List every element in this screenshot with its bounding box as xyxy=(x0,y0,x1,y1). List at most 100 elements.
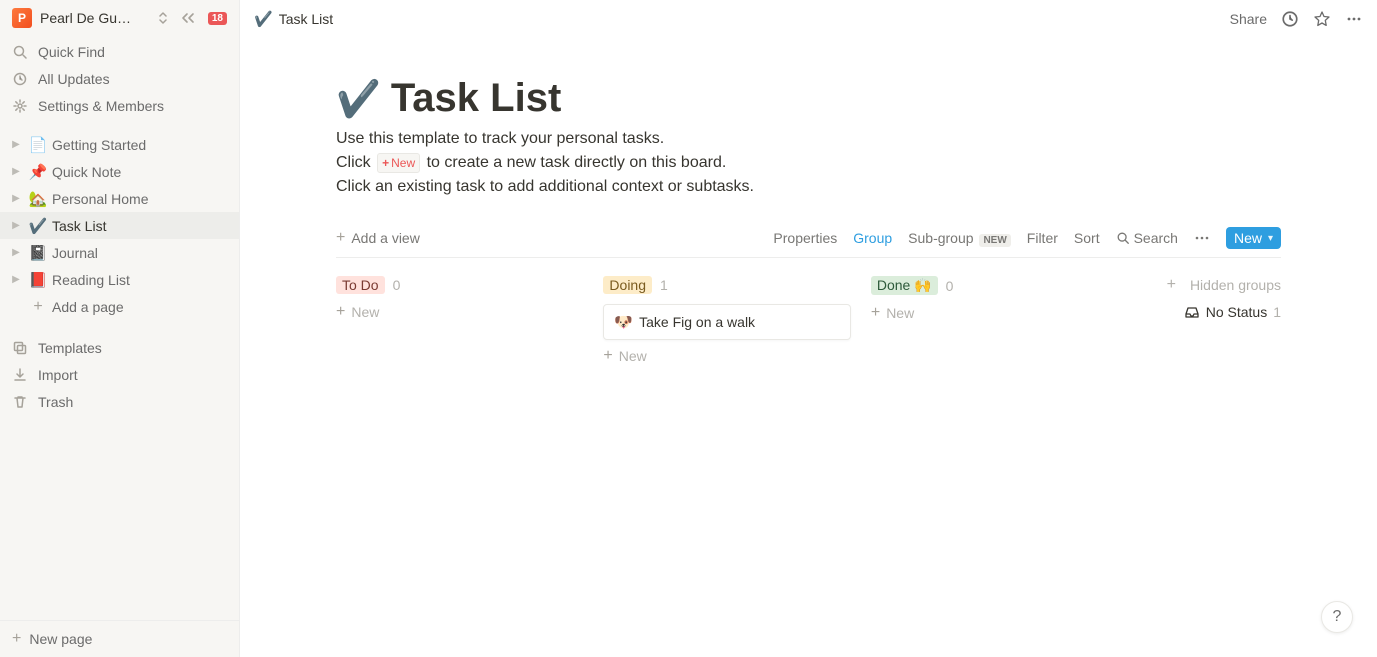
sort-button[interactable]: Sort xyxy=(1074,230,1100,246)
no-status-group[interactable]: No Status 1 xyxy=(1138,304,1281,320)
disclosure-icon[interactable]: ▶ xyxy=(8,247,24,258)
board-hidden-groups: + Hidden groups No Status 1 xyxy=(1138,276,1281,320)
sidebar-item-label: Trash xyxy=(38,394,73,410)
sidebar-trash[interactable]: Trash xyxy=(0,388,239,415)
sidebar-settings[interactable]: Settings & Members xyxy=(0,92,239,119)
clock-icon xyxy=(12,71,30,87)
sidebar-item-label: New page xyxy=(29,631,92,647)
favorite-icon[interactable] xyxy=(1313,10,1331,28)
add-view-button[interactable]: + Add a view xyxy=(336,230,420,246)
card-icon: 🐶 xyxy=(614,313,633,331)
sidebar-page-reading-list[interactable]: ▶ 📕 Reading List xyxy=(0,266,239,293)
updates-icon[interactable] xyxy=(1281,10,1299,28)
db-toolbar: + Add a view Properties Group Sub-group … xyxy=(336,227,1281,258)
column-count: 1 xyxy=(660,277,668,293)
page-content: ✔️ Task List Use this template to track … xyxy=(240,36,1377,657)
sidebar-import[interactable]: Import xyxy=(0,361,239,388)
page-icon: 📄 xyxy=(28,136,48,154)
import-icon xyxy=(12,367,30,383)
search-icon xyxy=(12,44,30,60)
sidebar-quick-find[interactable]: Quick Find xyxy=(0,38,239,65)
column-count: 0 xyxy=(393,277,401,293)
plus-icon: + xyxy=(12,631,21,647)
page-label: Task List xyxy=(52,218,106,234)
group-button[interactable]: Group xyxy=(853,230,892,246)
column-header[interactable]: Doing 1 xyxy=(603,276,850,294)
sidebar-item-label: Import xyxy=(38,367,78,383)
disclosure-icon[interactable]: ▶ xyxy=(8,166,24,177)
sub-group-button[interactable]: Sub-group NEW xyxy=(908,230,1011,246)
status-tag: To Do xyxy=(336,276,385,294)
more-icon[interactable] xyxy=(1345,10,1363,28)
disclosure-icon[interactable]: ▶ xyxy=(8,193,24,204)
more-icon[interactable] xyxy=(1194,230,1210,246)
page-label: Getting Started xyxy=(52,137,146,153)
search-icon xyxy=(1116,231,1130,245)
sidebar-page-personal-home[interactable]: ▶ 🏡 Personal Home xyxy=(0,185,239,212)
breadcrumb[interactable]: ✔️ Task List xyxy=(254,10,333,28)
main: ✔️ Task List Share ✔️ Task List Use this… xyxy=(240,0,1377,657)
column-header[interactable]: To Do 0 xyxy=(336,276,583,294)
sidebar-templates[interactable]: Templates xyxy=(0,334,239,361)
collapse-sidebar-icon[interactable] xyxy=(180,12,196,24)
disclosure-icon[interactable]: ▶ xyxy=(8,274,24,285)
sidebar-page-getting-started[interactable]: ▶ 📄 Getting Started xyxy=(0,131,239,158)
new-button[interactable]: New ▾ xyxy=(1226,227,1281,249)
help-button[interactable]: ? xyxy=(1321,601,1353,633)
plus-icon: + xyxy=(336,230,345,246)
updown-icon xyxy=(158,12,168,24)
breadcrumb-icon: ✔️ xyxy=(254,10,273,28)
page-title-icon: ✔️ xyxy=(336,78,381,120)
page-icon: 🏡 xyxy=(28,190,48,208)
hidden-groups-label[interactable]: Hidden groups xyxy=(1190,277,1281,293)
page-label: Journal xyxy=(52,245,98,261)
page-title-text: Task List xyxy=(391,76,561,121)
column-count: 0 xyxy=(946,278,954,294)
gear-icon xyxy=(12,98,30,114)
board-column-todo: To Do 0 + New xyxy=(336,276,583,320)
notification-badge: 18 xyxy=(208,12,227,25)
page-label: Personal Home xyxy=(52,191,149,207)
sidebar-page-journal[interactable]: ▶ 📓 Journal xyxy=(0,239,239,266)
workspace-switcher[interactable]: P Pearl De Gu… 18 xyxy=(0,0,239,36)
inbox-icon xyxy=(1184,304,1200,320)
sidebar-item-label: Quick Find xyxy=(38,44,105,60)
sidebar-add-page[interactable]: ▶ + Add a page xyxy=(0,293,239,320)
search-button[interactable]: Search xyxy=(1116,230,1178,246)
plus-icon: + xyxy=(336,304,345,320)
column-new-button[interactable]: + New xyxy=(336,304,583,320)
workspace-avatar: P xyxy=(12,8,32,28)
page-title[interactable]: ✔️ Task List xyxy=(336,76,1281,121)
breadcrumb-title: Task List xyxy=(279,11,333,27)
trash-icon xyxy=(12,394,30,410)
chevron-down-icon: ▾ xyxy=(1268,233,1273,244)
plus-icon: + xyxy=(871,305,880,321)
board-column-doing: Doing 1 🐶 Take Fig on a walk + New xyxy=(603,276,850,364)
disclosure-icon[interactable]: ▶ xyxy=(8,220,24,231)
page-icon: ✔️ xyxy=(28,217,48,235)
sidebar-item-label: Settings & Members xyxy=(38,98,164,114)
page-label: Reading List xyxy=(52,272,130,288)
properties-button[interactable]: Properties xyxy=(773,230,837,246)
sidebar-page-task-list[interactable]: ▶ ✔️ Task List xyxy=(0,212,239,239)
plus-icon: + xyxy=(28,299,48,315)
card-title: Take Fig on a walk xyxy=(639,314,755,330)
sidebar-page-list: ▶ 📄 Getting Started ▶ 📌 Quick Note ▶ 🏡 P… xyxy=(0,131,239,320)
column-new-button[interactable]: + New xyxy=(871,305,1118,321)
page-icon: 📌 xyxy=(28,163,48,181)
sidebar-item-label: Templates xyxy=(38,340,102,356)
sidebar-item-label: All Updates xyxy=(38,71,110,87)
sidebar-all-updates[interactable]: All Updates xyxy=(0,65,239,92)
sidebar: P Pearl De Gu… 18 Quick Find All Updates xyxy=(0,0,240,657)
sidebar-page-quick-note[interactable]: ▶ 📌 Quick Note xyxy=(0,158,239,185)
inline-new-badge: +New xyxy=(377,153,420,173)
sidebar-new-page[interactable]: + New page xyxy=(0,620,239,657)
page-description[interactable]: Use this template to track your personal… xyxy=(336,127,1281,199)
disclosure-icon[interactable]: ▶ xyxy=(8,139,24,150)
filter-button[interactable]: Filter xyxy=(1027,230,1058,246)
share-button[interactable]: Share xyxy=(1230,11,1267,27)
board-card[interactable]: 🐶 Take Fig on a walk xyxy=(603,304,850,340)
add-group-button[interactable]: + xyxy=(1167,276,1176,294)
column-new-button[interactable]: + New xyxy=(603,348,850,364)
column-header[interactable]: Done 🙌 0 xyxy=(871,276,1118,295)
